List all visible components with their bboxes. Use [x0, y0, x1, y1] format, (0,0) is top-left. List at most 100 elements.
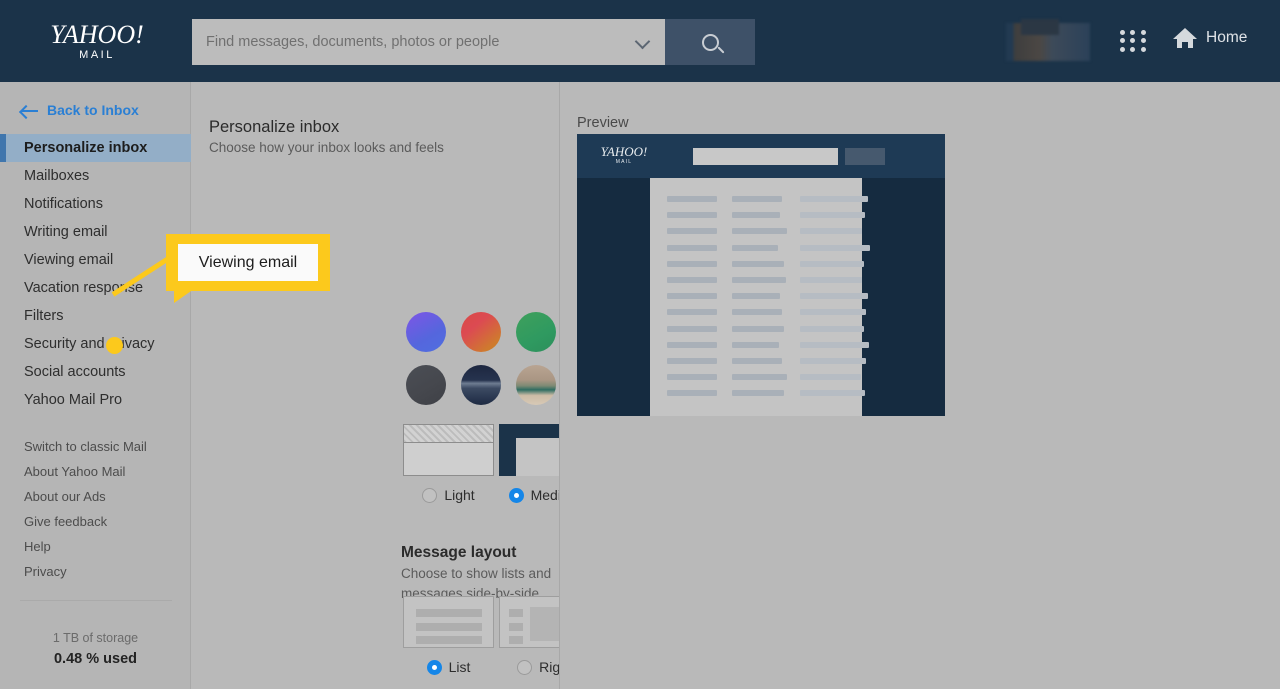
sidebar-item-personalize-inbox[interactable]: Personalize inbox: [0, 134, 191, 162]
preview-message-segment: [667, 196, 717, 202]
apps-dot: [1120, 38, 1125, 44]
chevron-down-icon[interactable]: [634, 33, 651, 50]
swatch-night-mountain-photo[interactable]: [461, 365, 501, 405]
theme-radio-light[interactable]: Light: [403, 487, 494, 503]
sidebar-footer-links: Switch to classic Mail About Yahoo Mail …: [0, 434, 191, 584]
theme-option-light[interactable]: Light: [403, 424, 494, 503]
sidebar-item-label: Yahoo Mail Pro: [24, 392, 123, 408]
sidebar-item-security-and-privacy[interactable]: Security and privacy: [0, 330, 191, 358]
storage-total-label: 1 TB of storage: [52, 631, 139, 645]
apps-grid-icon[interactable]: [1120, 30, 1148, 52]
sidebar-item-label: Personalize inbox: [24, 140, 148, 156]
settings-content: Personalize inbox Choose how your inbox …: [192, 82, 560, 689]
preview-message-segment: [667, 228, 717, 235]
logo-yahoo-text: YAHOO!: [50, 20, 144, 49]
preview-message-segment: [800, 277, 862, 283]
preview-message-row: [650, 374, 862, 381]
personalize-desc: Choose how your inbox looks and feels: [209, 140, 444, 155]
apps-dot: [1120, 46, 1125, 52]
preview-message-segment: [732, 374, 787, 381]
sidebar-item-filters[interactable]: Filters: [0, 302, 191, 330]
preview-message-segment: [732, 309, 782, 316]
sidebar-item-writing-email[interactable]: Writing email: [0, 218, 191, 246]
home-button[interactable]: Home: [1172, 26, 1247, 50]
layout-preview-right[interactable]: [499, 596, 559, 648]
sidebar-item-vacation-response[interactable]: Vacation response: [0, 274, 191, 302]
back-to-inbox-link[interactable]: Back to Inbox: [21, 102, 139, 118]
preview-message-row: [650, 325, 864, 332]
sidebar-item-yahoo-mail-pro[interactable]: Yahoo Mail Pro: [0, 386, 191, 414]
preview-message-segment: [800, 228, 862, 235]
radio-button[interactable]: [422, 487, 438, 503]
home-icon: [1172, 26, 1198, 50]
preview-message-segment: [800, 196, 868, 202]
search-button[interactable]: [665, 19, 755, 65]
preview-header: YAHOO! MAIL: [577, 134, 945, 178]
yahoo-mail-logo[interactable]: YAHOO! MAIL: [49, 22, 145, 62]
preview-message-segment: [800, 325, 864, 332]
preview-message-segment: [732, 277, 786, 283]
sidebar-item-label: Viewing email: [24, 252, 114, 268]
theme-option-medium[interactable]: Medium: [499, 424, 559, 503]
swatch-desert-photo[interactable]: [516, 365, 556, 405]
radio-button-selected[interactable]: [426, 659, 442, 675]
preview-message-segment: [800, 390, 865, 397]
preview-message-row: [650, 358, 866, 364]
preview-message-segment: [800, 358, 866, 364]
preview-message-row: [650, 228, 862, 235]
link-label: Privacy: [24, 564, 67, 579]
search-input[interactable]: [192, 20, 622, 64]
radio-button-selected[interactable]: [508, 487, 524, 503]
swatch-purple-blue-gradient[interactable]: [406, 312, 446, 352]
sidebar-item-mailboxes[interactable]: Mailboxes: [0, 162, 191, 190]
theme-preview-medium-body: [516, 438, 559, 476]
link-help[interactable]: Help: [0, 534, 191, 559]
preview-message-row: [650, 293, 868, 300]
theme-preview-light[interactable]: [403, 424, 494, 476]
preview-message-segment: [732, 212, 780, 219]
link-privacy[interactable]: Privacy: [0, 559, 191, 584]
preview-message-segment: [800, 260, 864, 267]
layout-option-list[interactable]: List: [403, 596, 494, 675]
preview-message-row: [650, 341, 869, 348]
swatch-green-gradient[interactable]: [516, 312, 556, 352]
link-about-yahoo-mail[interactable]: About Yahoo Mail: [0, 459, 191, 484]
preview-message-segment: [667, 244, 717, 251]
preview-message-row: [650, 212, 865, 219]
link-label: Give feedback: [24, 514, 108, 529]
user-account-area[interactable]: [1006, 19, 1090, 61]
search-box[interactable]: [192, 19, 665, 65]
layout-label: Right: [539, 659, 560, 675]
layout-option-right[interactable]: Right: [499, 596, 560, 675]
layout-radio-right[interactable]: Right: [499, 659, 560, 675]
settings-nav: Personalize inbox Mailboxes Notification…: [0, 134, 191, 414]
layout-bar: [509, 623, 523, 631]
theme-preview-medium[interactable]: [499, 424, 559, 476]
link-label: Help: [24, 539, 51, 554]
sidebar-item-notifications[interactable]: Notifications: [0, 190, 191, 218]
swatch-charcoal-gray[interactable]: [406, 365, 446, 405]
theme-radio-medium[interactable]: Medium: [499, 487, 559, 503]
sidebar-item-social-accounts[interactable]: Social accounts: [0, 358, 191, 386]
layout-bar: [416, 609, 482, 617]
layout-radio-list[interactable]: List: [403, 659, 494, 675]
preview-message-row: [650, 196, 868, 202]
swatch-orange-red-gradient[interactable]: [461, 312, 501, 352]
theme-swatch-row: [406, 312, 559, 352]
link-label: About Yahoo Mail: [24, 464, 126, 479]
preview-message-segment: [800, 341, 869, 348]
callout-target-dot: [106, 337, 123, 354]
preview-message-segment: [800, 293, 868, 300]
callout-label: Viewing email: [198, 253, 298, 271]
link-about-our-ads[interactable]: About our Ads: [0, 484, 191, 509]
theme-preview-light-body: [404, 442, 493, 475]
preview-message-segment: [800, 244, 870, 251]
link-switch-to-classic-mail[interactable]: Switch to classic Mail: [0, 434, 191, 459]
storage-used-label: 0.48 % used: [53, 651, 137, 667]
link-give-feedback[interactable]: Give feedback: [0, 509, 191, 534]
message-layout-section: Message layout Choose to show lists and …: [401, 542, 559, 604]
preview-message-row: [650, 244, 870, 251]
radio-button[interactable]: [517, 659, 533, 675]
layout-preview-list[interactable]: [403, 596, 494, 648]
preview-message-segment: [667, 309, 717, 316]
